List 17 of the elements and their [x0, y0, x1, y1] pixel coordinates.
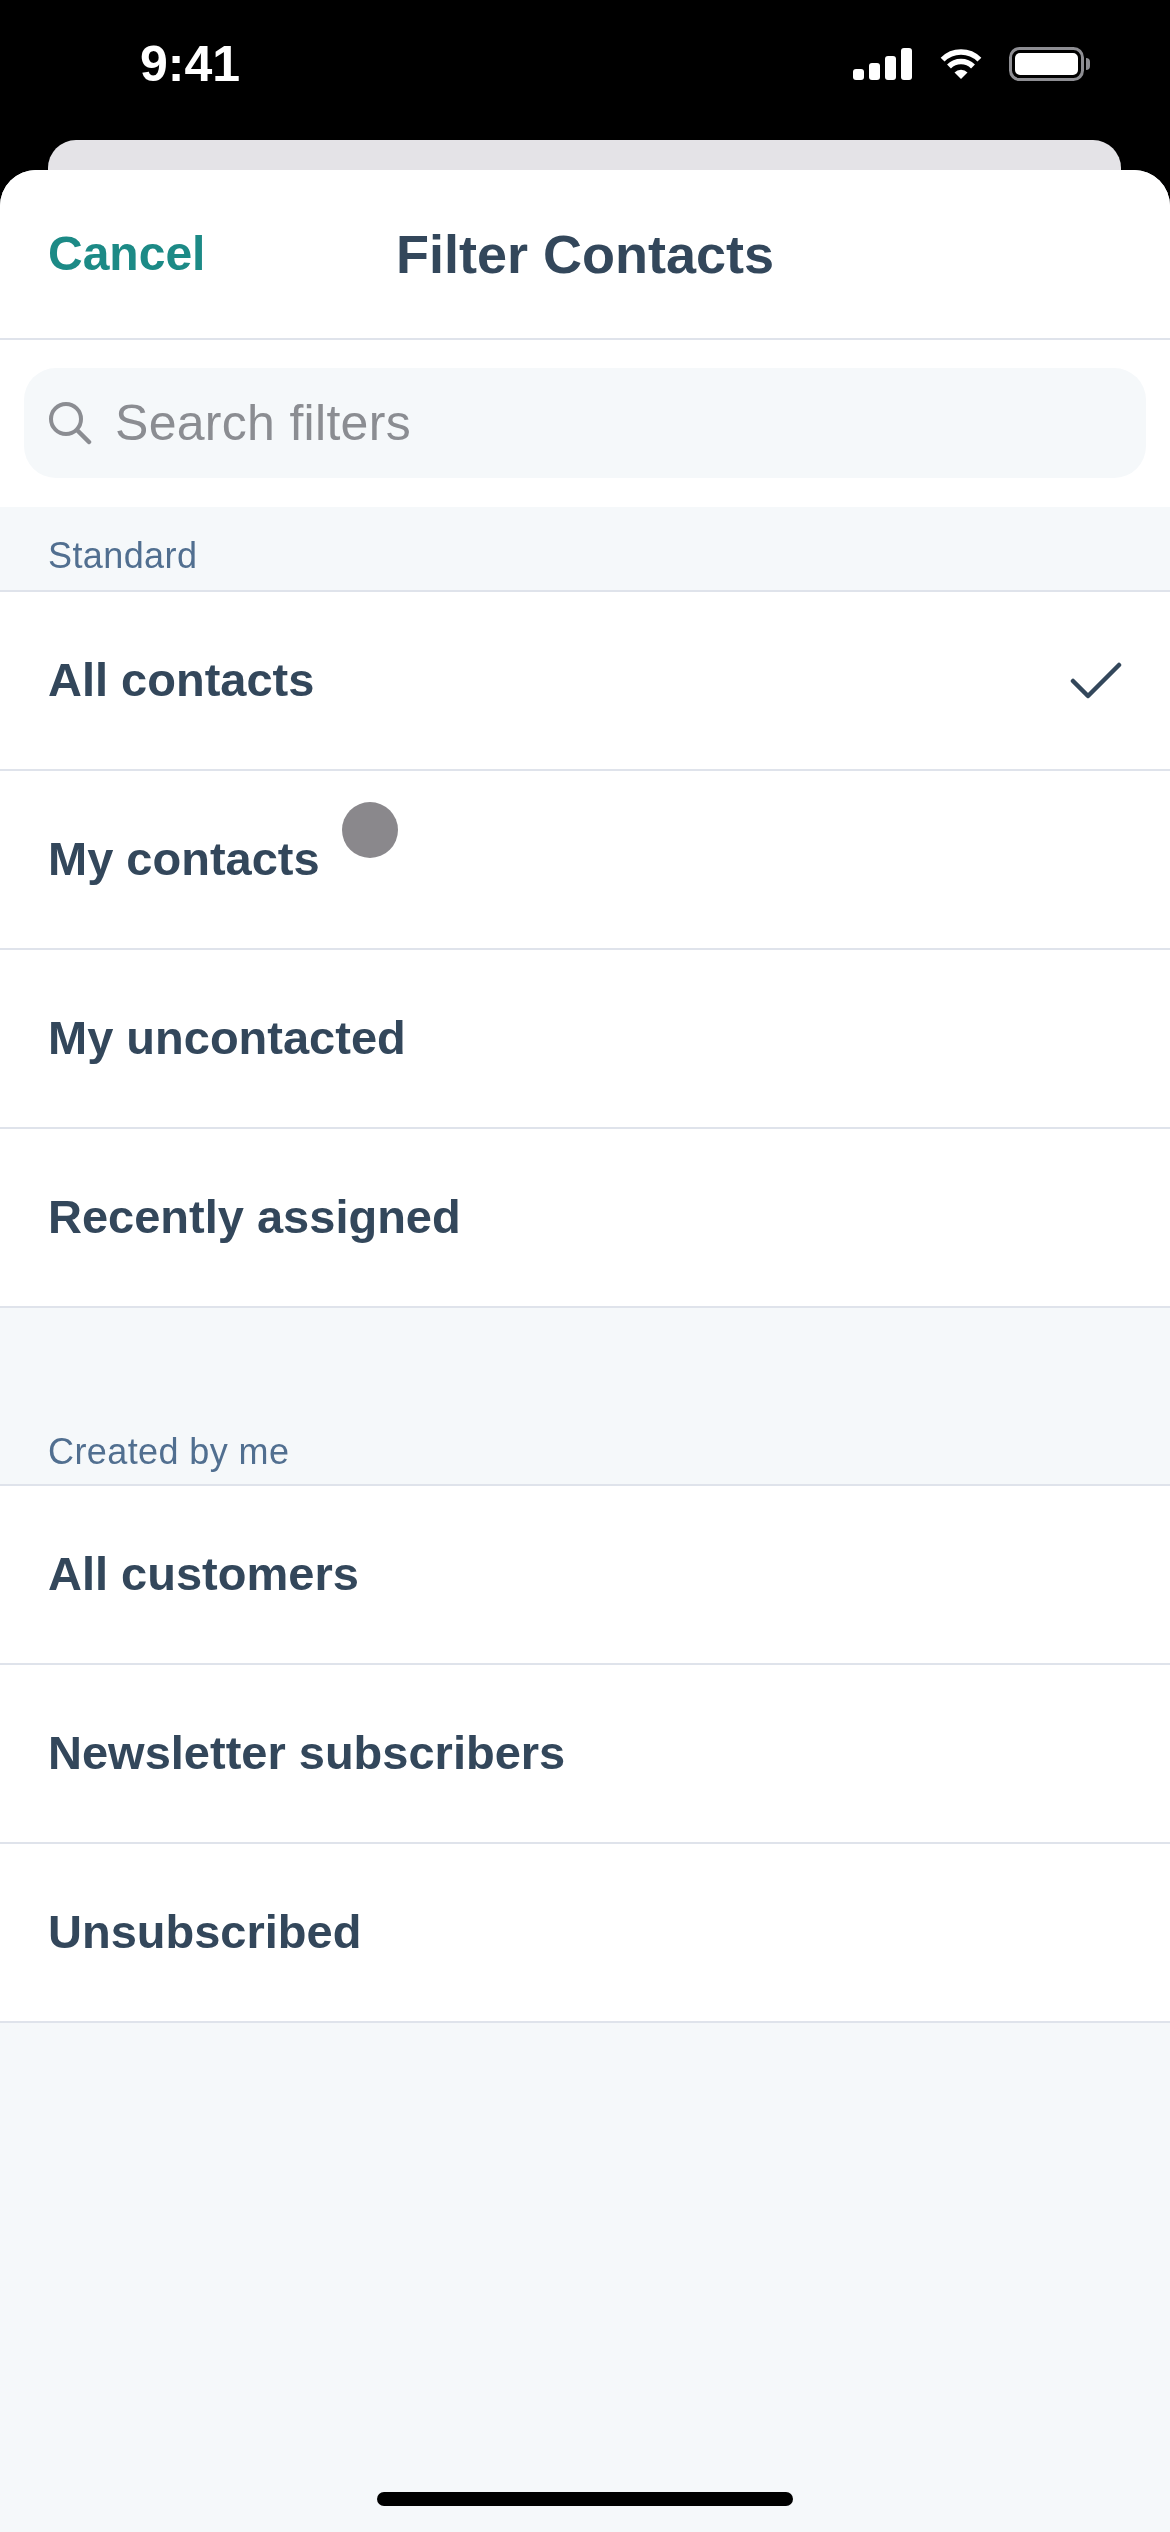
wifi-icon	[939, 48, 983, 80]
filter-option[interactable]: Newsletter subscribers	[0, 1665, 1170, 1844]
search-icon	[48, 401, 92, 445]
filter-option[interactable]: Recently assigned	[0, 1129, 1170, 1308]
filter-option[interactable]: My uncontacted	[0, 950, 1170, 1129]
cancel-button[interactable]: Cancel	[48, 225, 206, 283]
sheet-title: Filter Contacts	[395, 222, 775, 286]
filter-option[interactable]: All contacts	[0, 592, 1170, 771]
status-time: 9:41	[140, 39, 241, 89]
filter-option[interactable]: Unsubscribed	[0, 1844, 1170, 2023]
signal-icon	[853, 48, 913, 80]
battery-icon	[1009, 47, 1091, 81]
search-field[interactable]: Search filters	[24, 368, 1146, 478]
filter-option[interactable]: My contacts	[0, 771, 1170, 950]
section-title: Created by me	[48, 1432, 290, 1472]
section-title: Standard	[48, 536, 198, 576]
filter-option[interactable]: All customers	[0, 1486, 1170, 1665]
